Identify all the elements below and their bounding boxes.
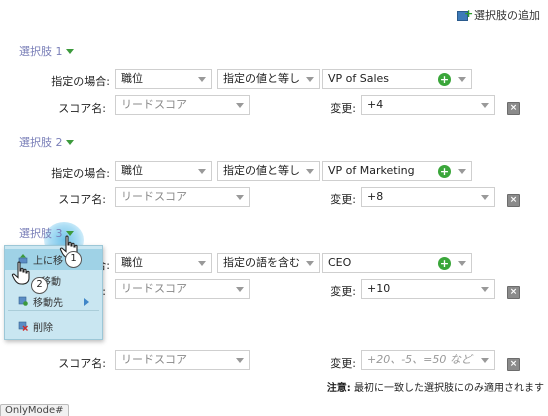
score-name-select-1-value: リードスコア bbox=[121, 98, 187, 111]
operator-select-2[interactable]: 指定の値と等し bbox=[217, 161, 320, 181]
move-to-icon bbox=[18, 296, 28, 306]
score-name-select-1[interactable]: リードスコア bbox=[115, 95, 250, 115]
chevron-down-icon bbox=[236, 287, 244, 292]
add-value-icon[interactable]: + bbox=[438, 73, 451, 86]
score-name-label-2: スコア名: bbox=[58, 193, 106, 206]
chevron-down-icon bbox=[236, 358, 244, 363]
change-input-2-value: +8 bbox=[367, 190, 384, 203]
chevron-down-icon bbox=[481, 195, 489, 200]
score-name-label-1: スコア名: bbox=[58, 102, 106, 115]
change-input-1[interactable]: +4 bbox=[361, 95, 495, 115]
score-name-select-default[interactable]: リードスコア bbox=[115, 350, 250, 370]
field-select-1-value: 職位 bbox=[121, 72, 143, 85]
choice-1-title-text: 選択肢 1 bbox=[19, 45, 63, 58]
bottom-tab[interactable]: OnlyMode# bbox=[0, 404, 69, 416]
change-label-2: 変更: bbox=[330, 193, 356, 206]
change-label-default: 変更: bbox=[330, 357, 356, 370]
footer-note-prefix: 注意: bbox=[326, 383, 351, 394]
score-name-select-2-value: リードスコア bbox=[121, 190, 187, 203]
operator-select-3[interactable]: 指定の語を含む bbox=[217, 253, 320, 273]
menu-item-move-to[interactable]: 移動先 bbox=[5, 291, 102, 312]
score-name-select-2[interactable]: リードスコア bbox=[115, 187, 250, 207]
chevron-down-icon bbox=[481, 103, 489, 108]
delete-default-icon[interactable]: × bbox=[507, 358, 520, 371]
choice-3-title-text: 選択肢 3 bbox=[19, 227, 63, 240]
condition-label-1: 指定の場合: bbox=[51, 75, 110, 88]
add-choice-label: 選択肢の追加 bbox=[474, 9, 540, 22]
delete-choice-2-icon[interactable]: × bbox=[507, 194, 520, 207]
score-name-label-default: スコア名: bbox=[58, 357, 106, 370]
value-input-1[interactable]: VP of Sales + bbox=[322, 69, 472, 89]
chevron-down-icon bbox=[198, 169, 206, 174]
footer-note: 注意: 最初に一致した選択肢にのみ適用されます bbox=[327, 379, 544, 394]
choice-2-title[interactable]: 選択肢 2 bbox=[19, 134, 74, 150]
menu-item-move-to-label: 移動先 bbox=[33, 298, 63, 309]
score-name-select-default-value: リードスコア bbox=[121, 353, 187, 366]
score-name-select-3-value: リードスコア bbox=[121, 282, 187, 295]
choice-2-menu-icon[interactable] bbox=[65, 139, 74, 145]
delete-choice-1-icon[interactable]: × bbox=[507, 102, 520, 115]
field-select-3-value: 職位 bbox=[121, 256, 143, 269]
chevron-down-icon bbox=[458, 169, 466, 174]
operator-select-2-value: 指定の値と等し bbox=[223, 164, 300, 177]
operator-select-3-value: 指定の語を含む bbox=[223, 256, 300, 269]
operator-select-1[interactable]: 指定の値と等し bbox=[217, 69, 320, 89]
menu-item-delete-label: 削除 bbox=[33, 323, 53, 334]
chevron-down-icon bbox=[481, 358, 489, 363]
value-input-1-value: VP of Sales bbox=[328, 72, 390, 85]
change-label-3: 変更: bbox=[330, 285, 356, 298]
score-name-select-3[interactable]: リードスコア bbox=[115, 279, 250, 299]
chevron-down-icon bbox=[236, 195, 244, 200]
chevron-down-icon bbox=[458, 261, 466, 266]
condition-label-2: 指定の場合: bbox=[51, 167, 110, 180]
value-input-3[interactable]: CEO + bbox=[322, 253, 472, 273]
step-1-badge: 1 bbox=[65, 251, 82, 268]
change-input-default-placeholder: +20、-5、=50 など bbox=[367, 353, 472, 366]
value-input-3-value: CEO bbox=[328, 256, 352, 269]
chevron-down-icon bbox=[306, 77, 314, 82]
choice-1-menu-icon[interactable] bbox=[65, 48, 74, 54]
add-value-icon[interactable]: + bbox=[438, 257, 451, 270]
footer-note-text: 最初に一致した選択肢にのみ適用されます bbox=[350, 383, 544, 394]
change-input-3[interactable]: +10 bbox=[361, 279, 495, 299]
submenu-arrow-icon bbox=[84, 298, 89, 306]
hand-cursor-icon bbox=[11, 261, 33, 285]
delete-icon bbox=[18, 321, 28, 331]
chevron-down-icon bbox=[198, 261, 206, 266]
chevron-down-icon bbox=[198, 77, 206, 82]
chevron-down-icon bbox=[458, 77, 466, 82]
change-input-1-value: +4 bbox=[367, 98, 384, 111]
delete-choice-3-icon[interactable]: × bbox=[507, 286, 520, 299]
add-value-icon[interactable]: + bbox=[438, 165, 451, 178]
chevron-down-icon bbox=[306, 169, 314, 174]
chevron-down-icon bbox=[306, 261, 314, 266]
field-select-1[interactable]: 職位 bbox=[115, 69, 212, 89]
add-choice-icon bbox=[457, 7, 473, 21]
choice-context-menu: 上に移 移動 移動先 削除 bbox=[4, 245, 103, 340]
change-label-1: 変更: bbox=[330, 102, 356, 115]
chevron-down-icon bbox=[481, 287, 489, 292]
field-select-2[interactable]: 職位 bbox=[115, 161, 212, 181]
step-2-badge: 2 bbox=[31, 277, 48, 294]
change-input-default[interactable]: +20、-5、=50 など bbox=[361, 350, 495, 370]
value-input-2-value: VP of Marketing bbox=[328, 164, 415, 177]
operator-select-1-value: 指定の値と等し bbox=[223, 72, 300, 85]
menu-divider bbox=[8, 310, 99, 311]
chevron-down-icon bbox=[236, 103, 244, 108]
change-input-3-value: +10 bbox=[367, 282, 391, 295]
change-input-2[interactable]: +8 bbox=[361, 187, 495, 207]
field-select-3[interactable]: 職位 bbox=[115, 253, 212, 273]
choice-2-title-text: 選択肢 2 bbox=[19, 136, 63, 149]
value-input-2[interactable]: VP of Marketing + bbox=[322, 161, 472, 181]
field-select-2-value: 職位 bbox=[121, 164, 143, 177]
menu-item-delete[interactable]: 削除 bbox=[5, 316, 102, 337]
choice-1-title[interactable]: 選択肢 1 bbox=[19, 43, 74, 59]
add-choice-link[interactable]: 選択肢の追加 bbox=[457, 7, 540, 23]
